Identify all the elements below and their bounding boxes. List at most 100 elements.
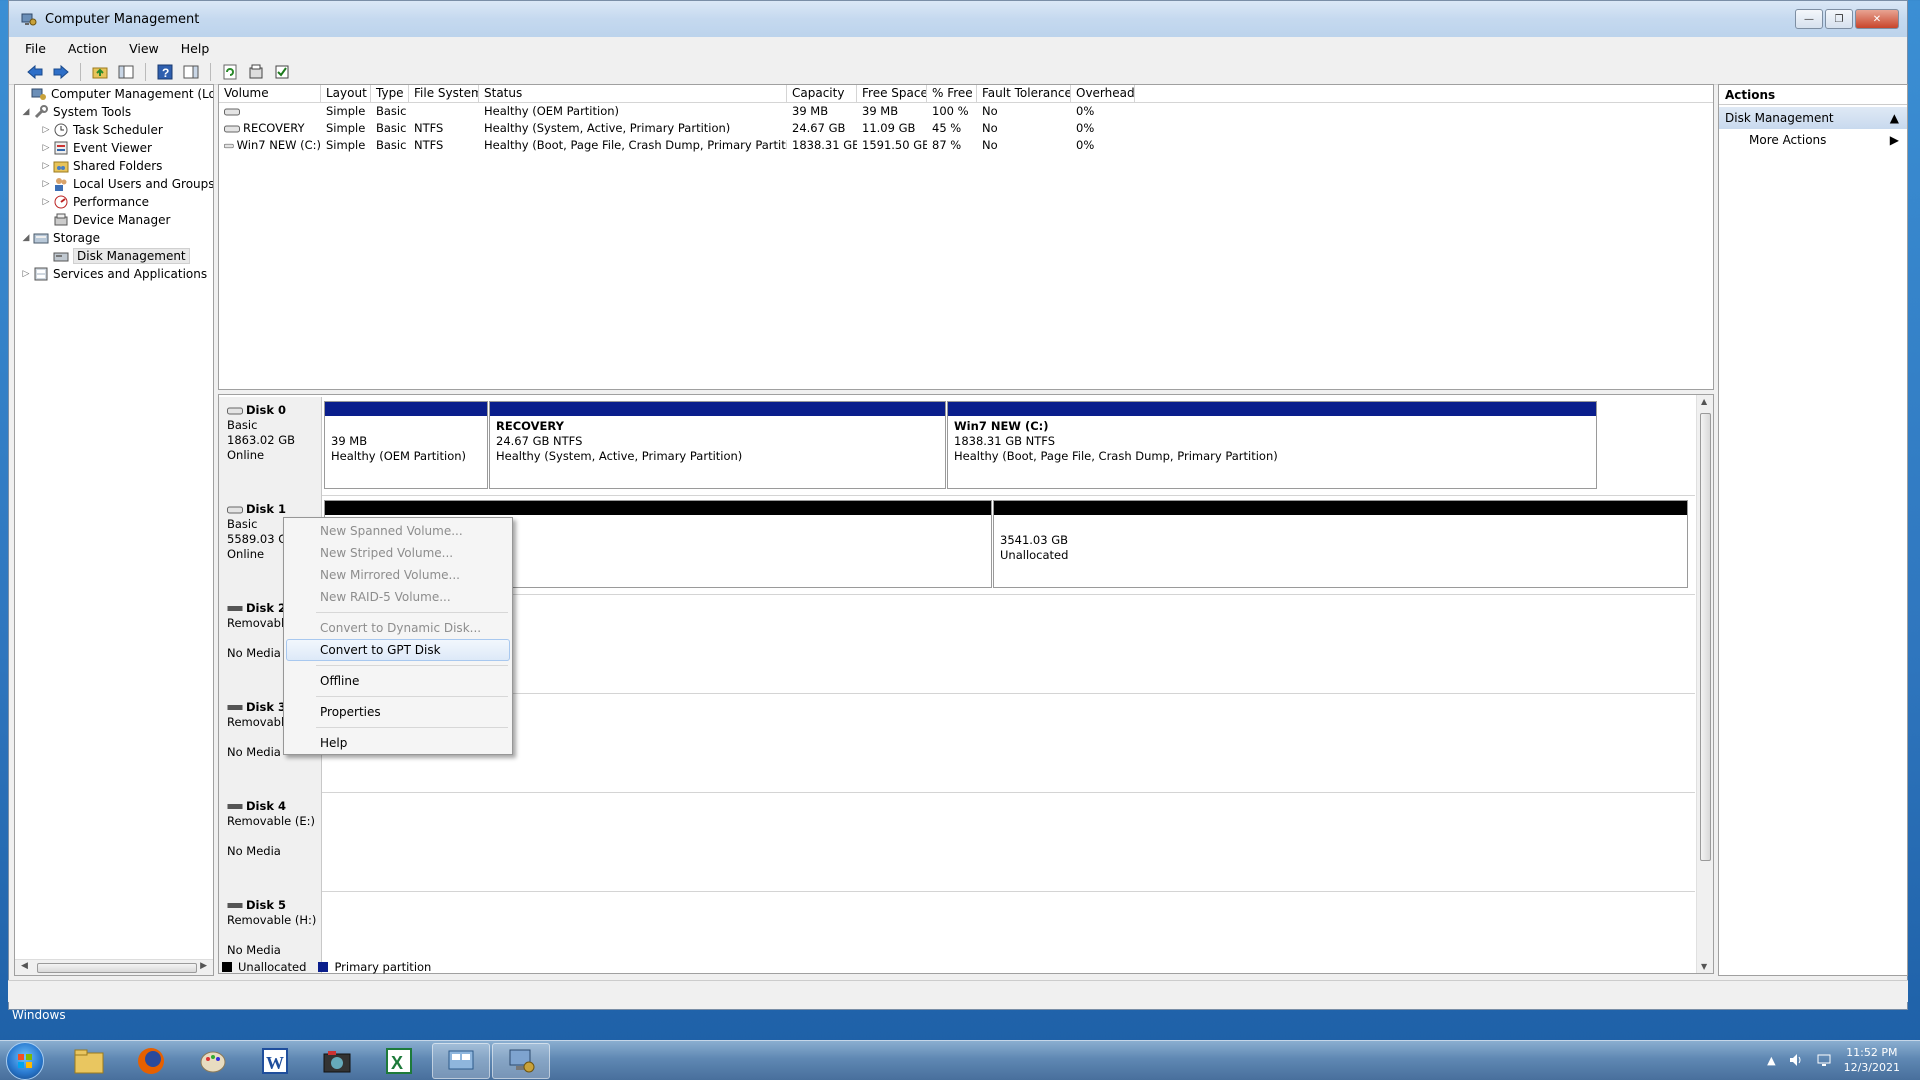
taskbar-camera-app[interactable] [308, 1043, 366, 1079]
partition-win7-c[interactable]: Win7 NEW (C:) 1838.31 GB NTFS Healthy (B… [947, 401, 1597, 489]
column-header-file-system[interactable]: File System [409, 85, 479, 102]
taskbar-explorer[interactable] [60, 1043, 118, 1079]
column-header-percent-free[interactable]: % Free [927, 85, 977, 102]
actions-section-label: Disk Management [1725, 111, 1834, 125]
collapse-up-icon[interactable]: ▲ [1890, 107, 1899, 129]
start-button[interactable] [6, 1042, 44, 1080]
minimize-button[interactable]: — [1795, 9, 1823, 29]
menu-item-new-spanned-volume[interactable]: New Spanned Volume... [286, 520, 510, 542]
scrollbar-thumb[interactable] [1700, 413, 1711, 861]
disk-label-0[interactable]: Disk 0 Basic 1863.02 GB Online [219, 397, 322, 496]
menu-item-new-striped-volume[interactable]: New Striped Volume... [286, 542, 510, 564]
collapsed-arrow-icon[interactable]: ▷ [39, 179, 53, 189]
column-header-type[interactable]: Type [371, 85, 409, 102]
title-bar[interactable]: Computer Management — ❐ ✕ [9, 1, 1907, 37]
close-button[interactable]: ✕ [1855, 9, 1899, 29]
volume-percent-free: 45 % [932, 121, 962, 135]
disk-row-5: Disk 5 Removable (H:) No Media [219, 892, 1695, 973]
partition-status: Healthy (System, Active, Primary Partiti… [496, 449, 743, 463]
back-button[interactable] [25, 62, 45, 82]
menu-file[interactable]: File [25, 41, 46, 56]
volume-list-header: Volume Layout Type File System Status Ca… [219, 85, 1713, 103]
column-header-overhead[interactable]: Overhead [1071, 85, 1135, 102]
disk-label-4[interactable]: Disk 4 Removable (E:) No Media [219, 793, 322, 892]
menu-item-convert-dynamic[interactable]: Convert to Dynamic Disk... [286, 617, 510, 639]
collapsed-arrow-icon[interactable]: ▷ [19, 269, 33, 279]
scrollbar-thumb[interactable] [37, 963, 197, 973]
menu-action[interactable]: Action [68, 41, 107, 56]
network-icon[interactable] [1816, 1052, 1832, 1068]
unallocated-region-2[interactable]: 3541.03 GB Unallocated [993, 500, 1688, 588]
scroll-down-icon[interactable]: ▼ [1701, 962, 1707, 971]
scroll-up-icon[interactable]: ▲ [1701, 397, 1707, 406]
actions-section-disk-management[interactable]: Disk Management ▲ [1719, 107, 1907, 129]
column-header-volume[interactable]: Volume [219, 85, 321, 102]
primary-partition-stripe [490, 402, 945, 416]
taskbar-paint[interactable] [184, 1043, 242, 1079]
collapsed-arrow-icon[interactable]: ▷ [39, 125, 53, 135]
show-hide-tree-button[interactable] [116, 62, 136, 82]
rescan-button[interactable] [272, 62, 292, 82]
tree-item-storage[interactable]: ◢ Storage [19, 229, 100, 247]
up-one-level-button[interactable] [90, 62, 110, 82]
menu-item-properties[interactable]: Properties [286, 701, 510, 723]
taskbar-computer-management[interactable] [492, 1043, 550, 1079]
collapsed-arrow-icon[interactable]: ▷ [39, 161, 53, 171]
disk-view-vertical-scrollbar[interactable]: ▲ ▼ [1696, 395, 1713, 973]
maximize-button[interactable]: ❐ [1825, 9, 1853, 29]
taskbar-excel[interactable]: X [370, 1043, 428, 1079]
tree-item-shared-folders[interactable]: ▷ Shared Folders [39, 157, 163, 175]
column-header-fault-tolerance[interactable]: Fault Tolerance [977, 85, 1071, 102]
volume-name: Win7 NEW (C:) [236, 138, 321, 152]
taskbar-control-panel[interactable] [432, 1043, 490, 1079]
menu-view[interactable]: View [129, 41, 159, 56]
volume-list: Volume Layout Type File System Status Ca… [218, 84, 1714, 390]
services-icon [34, 267, 48, 281]
taskbar-firefox[interactable] [122, 1043, 180, 1079]
collapsed-arrow-icon[interactable]: ▷ [39, 143, 53, 153]
more-actions-item[interactable]: More Actions ▶ [1719, 129, 1907, 151]
forward-button[interactable] [51, 62, 71, 82]
help-button[interactable]: ? [155, 62, 175, 82]
taskbar-clock[interactable]: 11:52 PM 12/3/2021 [1844, 1045, 1900, 1075]
refresh-button[interactable] [220, 62, 240, 82]
tree-item-computer-management[interactable]: Computer Management (Local [17, 85, 213, 103]
properties-button[interactable] [246, 62, 266, 82]
volume-speaker-icon[interactable] [1788, 1052, 1804, 1068]
tree-horizontal-scrollbar[interactable]: ◀ ▶ [15, 959, 213, 975]
volume-file-system: NTFS [414, 121, 444, 135]
volume-row[interactable]: Win7 NEW (C:) Simple Basic NTFS Healthy … [219, 137, 1713, 154]
show-hidden-icons-icon[interactable]: ▲ [1767, 1054, 1775, 1067]
menu-item-offline[interactable]: Offline [286, 670, 510, 692]
taskbar-word[interactable]: W [246, 1043, 304, 1079]
column-header-status[interactable]: Status [479, 85, 787, 102]
tree-item-disk-management[interactable]: Disk Management [39, 247, 190, 265]
column-header-free-space[interactable]: Free Space [857, 85, 927, 102]
tree-item-device-manager[interactable]: Device Manager [39, 211, 170, 229]
partition-oem[interactable]: 39 MB Healthy (OEM Partition) [324, 401, 488, 489]
disk-management-icon [53, 252, 69, 262]
scroll-left-icon[interactable]: ◀ [21, 961, 28, 971]
tree-item-local-users-groups[interactable]: ▷ Local Users and Groups [39, 175, 213, 193]
menu-item-new-raid5-volume[interactable]: New RAID-5 Volume... [286, 586, 510, 608]
collapsed-arrow-icon[interactable]: ▷ [39, 197, 53, 207]
tree-item-event-viewer[interactable]: ▷ Event Viewer [39, 139, 152, 157]
show-hide-action-pane-button[interactable] [181, 62, 201, 82]
expanded-arrow-icon[interactable]: ◢ [19, 233, 33, 243]
tree-item-performance[interactable]: ▷ Performance [39, 193, 150, 211]
menu-help[interactable]: Help [181, 41, 210, 56]
column-header-capacity[interactable]: Capacity [787, 85, 857, 102]
menu-item-help[interactable]: Help [286, 732, 510, 754]
tree-item-services-applications[interactable]: ▷ Services and Applications [19, 265, 208, 283]
menu-separator [316, 727, 508, 728]
menu-item-convert-gpt[interactable]: Convert to GPT Disk [286, 639, 510, 661]
tree-item-task-scheduler[interactable]: ▷ Task Scheduler [39, 121, 163, 139]
volume-row[interactable]: Simple Basic Healthy (OEM Partition) 39 … [219, 103, 1713, 120]
menu-item-new-mirrored-volume[interactable]: New Mirrored Volume... [286, 564, 510, 586]
column-header-layout[interactable]: Layout [321, 85, 371, 102]
partition-recovery[interactable]: RECOVERY 24.67 GB NTFS Healthy (System, … [489, 401, 946, 489]
expanded-arrow-icon[interactable]: ◢ [19, 107, 33, 117]
tree-item-system-tools[interactable]: ◢ System Tools [19, 103, 131, 121]
volume-row[interactable]: RECOVERY Simple Basic NTFS Healthy (Syst… [219, 120, 1713, 137]
scroll-right-icon[interactable]: ▶ [200, 961, 207, 971]
